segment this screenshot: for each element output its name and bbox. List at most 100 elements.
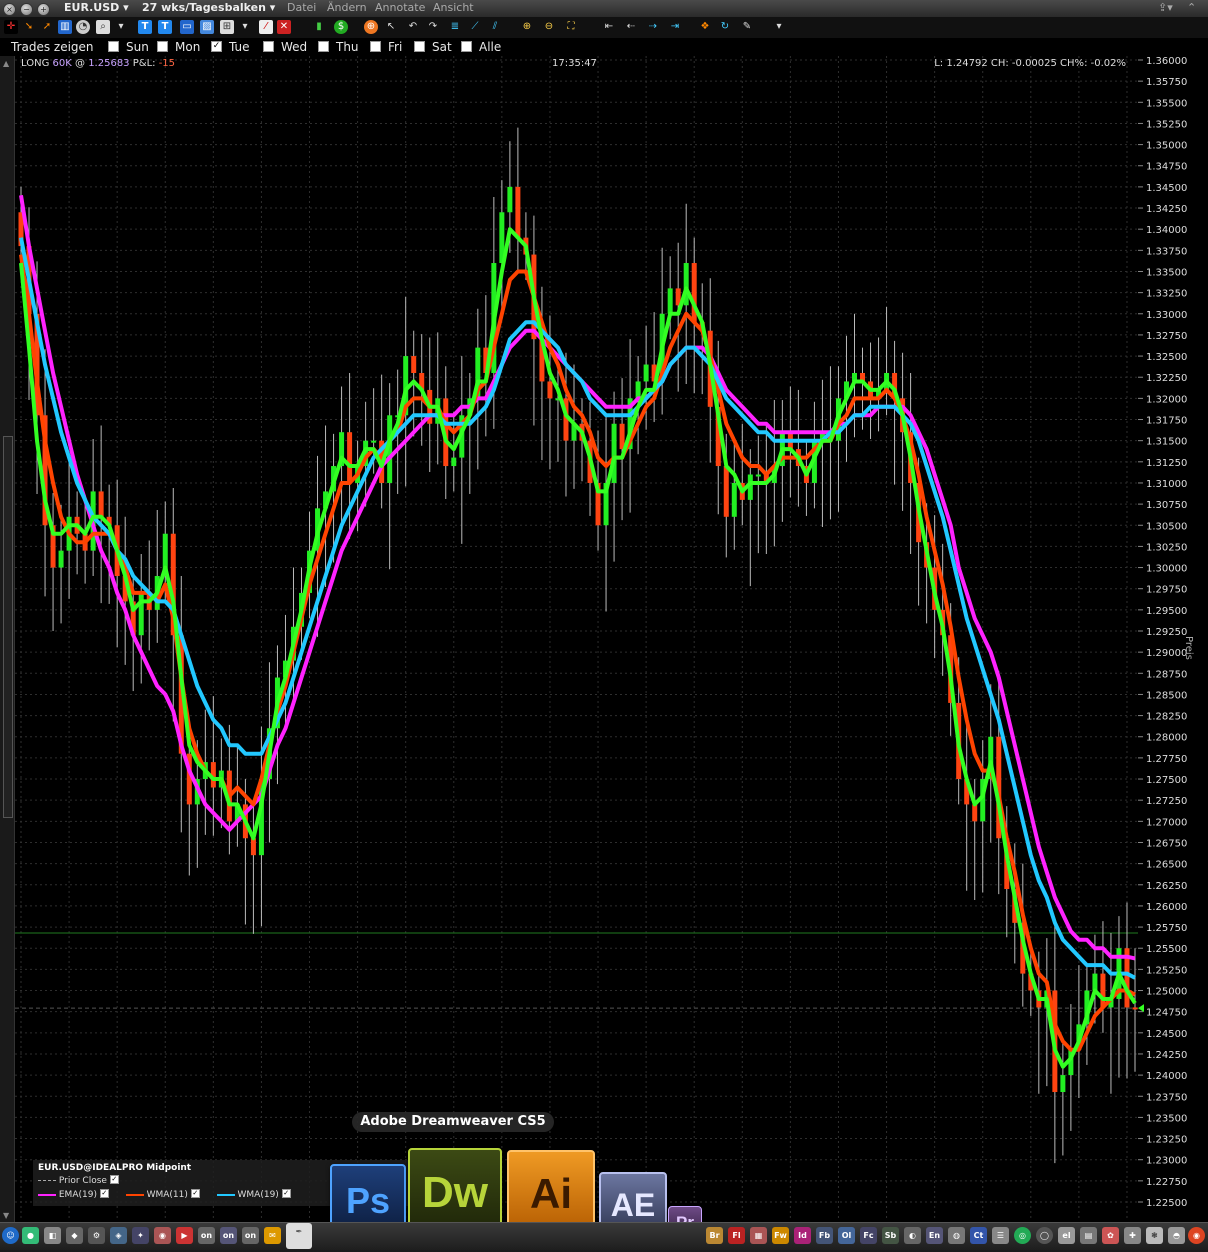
app-icon-17[interactable]: ◎ [1014,1227,1031,1244]
bar-chart-icon[interactable]: ▥ [58,20,72,34]
app-icon-8[interactable]: ▶ [176,1227,193,1244]
layout-dropdown-icon[interactable]: ▾ [238,20,252,34]
app-icon-19[interactable]: el [1058,1227,1075,1244]
draw-arrow-icon[interactable]: ➚ [40,20,54,34]
day-thu[interactable]: Thu [318,40,359,54]
app-icon-24[interactable]: ◓ [1168,1227,1185,1244]
app-icon-12[interactable]: ✉ [264,1227,281,1244]
cursor-icon[interactable]: ➘ [22,20,36,34]
period-dropdown[interactable]: 27 wks/Tagesbalken ▾ [142,1,275,14]
app-icon-5[interactable]: ◈ [110,1227,127,1244]
trendline-icon[interactable]: ⟋ [468,20,482,34]
app-icon-16[interactable]: ☰ [992,1227,1009,1244]
magnify-icon[interactable]: ⌕ [96,20,110,34]
price-axis[interactable]: 1.36000 1.35750 1.35500 1.35250 1.35000 1.347… [1138,56,1208,1221]
zoom-fit-icon[interactable]: ⛶ [564,20,578,34]
day-tue[interactable]: ✓ Tue [211,40,250,54]
symbol-dropdown[interactable]: EUR.USD ▾ [64,1,129,14]
scroll-down-icon[interactable]: ▼ [3,1211,11,1220]
app-icon-22[interactable]: ✚ [1124,1227,1141,1244]
minimize-window-icon[interactable]: − [20,3,33,16]
draw-line-icon[interactable]: ⁄ [259,20,273,34]
toolbar-more-icon[interactable]: ▾ [772,20,786,34]
app-icon-23[interactable]: ❃ [1146,1227,1163,1244]
scroll-right-icon[interactable]: ⇢ [646,20,660,34]
app-icon-7[interactable]: ◉ [154,1227,171,1244]
flash-catalyst-icon[interactable]: Fc [860,1227,877,1244]
rectangle-icon[interactable]: ▭ [180,20,194,34]
text-box-icon[interactable]: T [158,20,172,34]
pen-app-icon[interactable]: ✒ [286,1223,312,1249]
clock-icon[interactable]: ◔ [76,20,90,34]
close-window-icon[interactable]: × [3,3,16,16]
app-icon-14[interactable]: ◐ [904,1227,921,1244]
bridge-icon[interactable]: Br [706,1227,723,1244]
volume-icon[interactable]: ▮ [312,20,326,34]
finder-icon[interactable]: ☺ [2,1227,19,1244]
app-icon-1[interactable]: ● [22,1227,39,1244]
day-fri[interactable]: Fri [370,40,402,54]
day-sat[interactable]: Sat [414,40,452,54]
menu-ansicht[interactable]: Ansicht [433,1,474,14]
collapse-icon[interactable]: ⌃ [1187,1,1196,14]
menu-datei[interactable]: Datei [287,1,316,14]
app-icon-13[interactable]: ▦ [750,1227,767,1244]
dollar-icon[interactable]: $ [334,20,348,34]
onlocation-icon[interactable]: Ol [838,1227,855,1244]
contribute-icon[interactable]: Ct [970,1227,987,1244]
zoom-window-icon[interactable]: + [37,3,50,16]
channel-icon[interactable]: ⫽ [488,20,502,34]
undo-icon[interactable]: ↶ [406,20,420,34]
left-scroll-strip[interactable]: ▲ ▼ [0,56,15,1222]
day-thu-checkbox[interactable] [318,41,329,52]
app-icon-18[interactable]: ◯ [1036,1227,1053,1244]
app-icon-11[interactable]: on [242,1227,259,1244]
chart-image-icon[interactable]: ▨ [200,20,214,34]
pointer-icon[interactable]: ↖ [384,20,398,34]
globe-icon[interactable]: ⊕ [364,20,378,34]
menu-aendern[interactable]: Ändern [327,1,367,14]
flash-builder-icon[interactable]: Fb [816,1227,833,1244]
scroll-start-icon[interactable]: ⇤ [602,20,616,34]
app-icon-25[interactable]: ◉ [1188,1227,1205,1244]
scroll-end-icon[interactable]: ⇥ [668,20,682,34]
layout-icon[interactable]: ⊞ [220,20,234,34]
fib-icon[interactable]: ≣ [448,20,462,34]
refresh-icon[interactable]: ↻ [718,20,732,34]
ema19-checkbox[interactable]: ✓ [99,1189,109,1198]
wma11-checkbox[interactable]: ✓ [190,1189,200,1198]
palette-icon[interactable]: ❖ [698,20,712,34]
day-all-checkbox[interactable] [461,41,472,52]
day-wed[interactable]: Wed [263,40,307,54]
day-mon-checkbox[interactable] [157,41,168,52]
soundbooth-icon[interactable]: Sb [882,1227,899,1244]
delete-icon[interactable]: ✕ [277,20,291,34]
zoom-in-icon[interactable]: ⊕ [520,20,534,34]
day-fri-checkbox[interactable] [370,41,381,52]
price-chart-svg[interactable] [15,56,1138,1221]
zoom-out-icon[interactable]: ⊖ [542,20,556,34]
fireworks-icon[interactable]: Fw [772,1227,789,1244]
chart-plot-area[interactable]: LONG 60K @ 1.25683 P&L: -15 17:35:47 L: … [15,56,1138,1221]
wma19-checkbox[interactable]: ✓ [281,1189,291,1198]
app-icon-3[interactable]: ◆ [66,1227,83,1244]
day-mon[interactable]: Mon [157,40,200,54]
day-sat-checkbox[interactable] [414,41,425,52]
app-icon-20[interactable]: ▤ [1080,1227,1097,1244]
day-sun-checkbox[interactable] [108,41,119,52]
menu-annotate[interactable]: Annotate [375,1,425,14]
scroll-left-icon[interactable]: ⇠ [624,20,638,34]
app-icon-4[interactable]: ⚙ [88,1227,105,1244]
indesign-icon[interactable]: Id [794,1227,811,1244]
prior-close-checkbox[interactable]: ✓ [109,1175,119,1184]
detach-icon[interactable]: ⇪▾ [1158,1,1173,14]
day-wed-checkbox[interactable] [263,41,274,52]
app-icon-2[interactable]: ◧ [44,1227,61,1244]
day-all[interactable]: Alle [461,40,501,54]
app-icon-9[interactable]: on [198,1227,215,1244]
crosshair-icon[interactable]: ✛ [4,20,18,34]
app-icon-15[interactable]: ◍ [948,1227,965,1244]
flash-icon[interactable]: Fl [728,1227,745,1244]
scroll-up-icon[interactable]: ▲ [3,59,11,68]
text-tool-icon[interactable]: T [138,20,152,34]
